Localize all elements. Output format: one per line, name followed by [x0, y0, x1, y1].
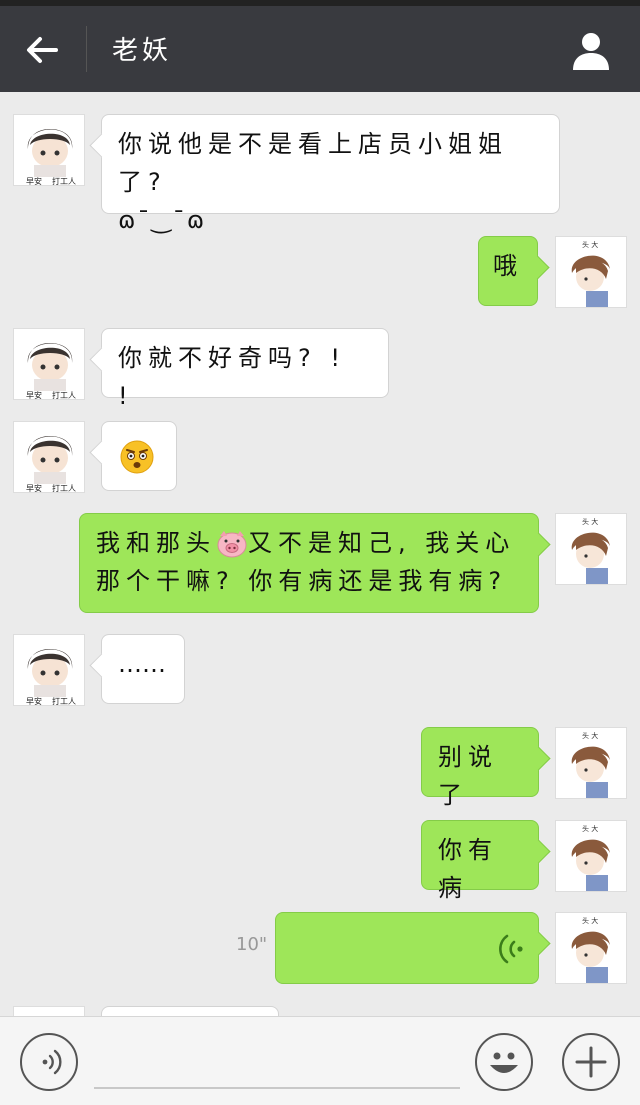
- chat-info-button[interactable]: [570, 30, 612, 72]
- avatar-caption: 早安: [26, 696, 42, 706]
- avatar-caption: 头 大: [582, 731, 598, 740]
- voice-mode-icon: [42, 1049, 62, 1075]
- contact-avatar[interactable]: 早安 打工人: [13, 421, 85, 493]
- chat-area[interactable]: 早安 打工人 你说他是不是看上店员小姐姐了? ɷ¯‿¯ɷ 哦 头 大 早安 打工…: [0, 92, 640, 1016]
- contact-avatar[interactable]: 早安 打工人: [13, 328, 85, 400]
- message-text: 你就不好奇吗? ! !: [118, 344, 346, 410]
- avatar-caption: 头 大: [582, 517, 598, 526]
- person-icon: [573, 33, 609, 70]
- message-text: 你有病: [438, 836, 498, 902]
- avatar-caption: 头 大: [582, 240, 598, 249]
- message-line: 我和那头 又不是知己, 我关心: [96, 524, 522, 562]
- message-bubble-outgoing[interactable]: 我和那头 又不是知己, 我关心 那个干嘛? 你有病还是我有病?: [79, 513, 539, 613]
- avatar-caption: 打工人: [52, 696, 76, 706]
- self-avatar[interactable]: 头 大: [555, 513, 627, 585]
- back-button[interactable]: [22, 30, 62, 70]
- message-bubble-outgoing[interactable]: 别说了: [421, 727, 539, 809]
- message-text: 哦: [493, 252, 523, 280]
- voice-wave-icon: [499, 934, 523, 964]
- avatar-caption: 打工人: [52, 176, 76, 186]
- avatar-caption: 早安: [26, 176, 42, 186]
- self-avatar[interactable]: 头 大: [555, 912, 627, 984]
- more-options-button[interactable]: [562, 1033, 620, 1091]
- message-text: 又不是知己, 我关心: [248, 529, 516, 557]
- message-input[interactable]: [94, 1087, 460, 1089]
- message-text: 那个干嘛? 你有病还是我有病?: [96, 567, 508, 595]
- avatar-caption: 头 大: [582, 824, 598, 833]
- avatar-caption: 打工人: [52, 390, 76, 400]
- pig-emoji: [217, 531, 247, 558]
- voice-mode-button[interactable]: [20, 1033, 78, 1091]
- chat-title: 老妖: [112, 36, 173, 66]
- message-bubble-incoming[interactable]: [101, 421, 177, 491]
- top-bar: 老妖: [0, 6, 640, 92]
- contact-avatar[interactable]: 早安 打工人: [13, 634, 85, 706]
- message-bubble-incoming[interactable]: [101, 1006, 279, 1016]
- message-bubble-outgoing[interactable]: 你有病: [421, 820, 539, 902]
- message-bubble-incoming[interactable]: 你说他是不是看上店员小姐姐了? ɷ¯‿¯ɷ: [101, 114, 560, 234]
- contact-avatar[interactable]: 早安 打工人: [13, 114, 85, 186]
- avatar-caption: 打工人: [52, 483, 76, 493]
- contact-avatar[interactable]: [13, 1006, 85, 1016]
- plus-icon: [575, 1046, 607, 1078]
- self-avatar[interactable]: 头 大: [555, 236, 627, 308]
- message-text: 别说了: [438, 743, 498, 809]
- message-bubble-incoming[interactable]: 你就不好奇吗? ! !: [101, 328, 389, 410]
- message-text: 我和那头: [96, 529, 216, 557]
- input-bar: [0, 1016, 640, 1105]
- voice-message-bubble[interactable]: [275, 912, 539, 984]
- avatar-caption: 早安: [26, 390, 42, 400]
- avatar-caption: 早安: [26, 483, 42, 493]
- voice-duration: 10": [236, 934, 268, 955]
- avatar-caption: 头 大: [582, 916, 598, 925]
- self-avatar[interactable]: 头 大: [555, 820, 627, 892]
- header-divider: [86, 26, 87, 72]
- message-text: 你说他是不是看上店员小姐姐了?: [118, 130, 508, 196]
- back-arrow-icon: [27, 37, 58, 63]
- emoji-button[interactable]: [475, 1033, 533, 1091]
- message-bubble-outgoing[interactable]: 哦: [478, 236, 538, 306]
- self-avatar[interactable]: 头 大: [555, 727, 627, 799]
- shocked-face-emoji: [120, 440, 154, 474]
- message-text: ɷ¯‿¯ɷ: [118, 206, 207, 234]
- smiley-icon: [490, 1052, 518, 1073]
- message-text: ……: [118, 650, 166, 678]
- message-bubble-incoming[interactable]: ……: [101, 634, 185, 704]
